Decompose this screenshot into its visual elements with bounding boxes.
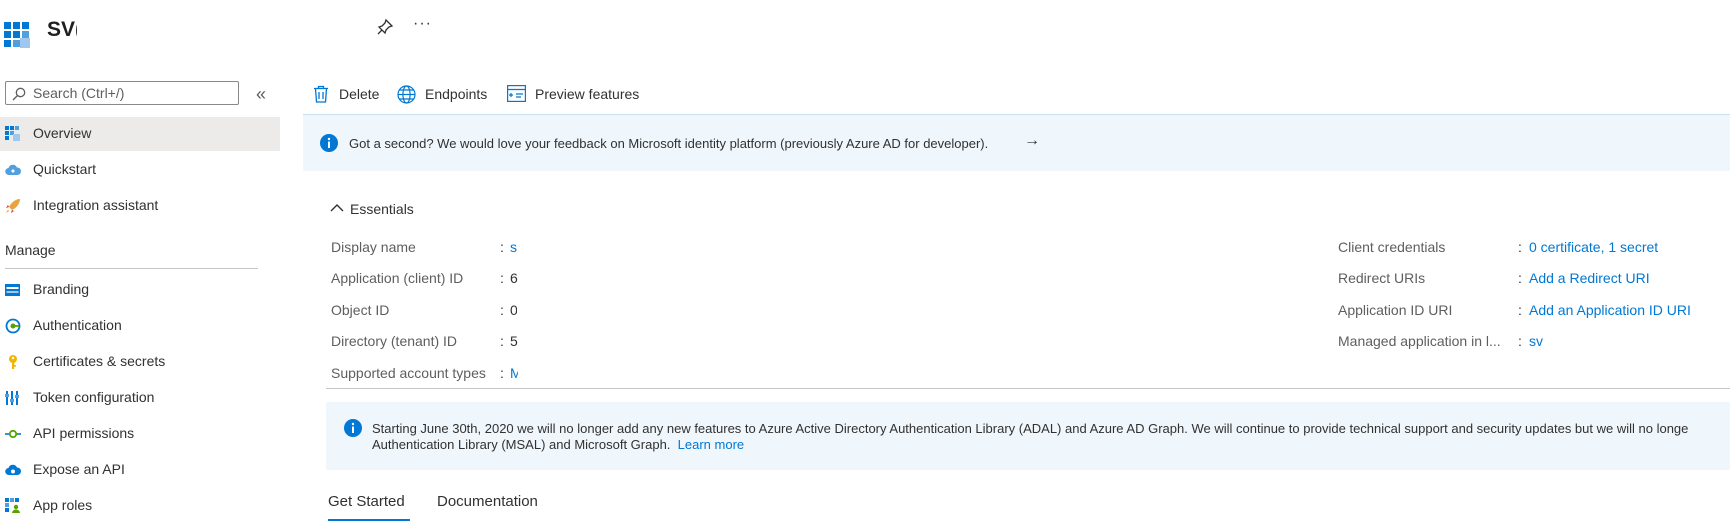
prop-value-managed-application[interactable]: sv bbox=[1529, 333, 1543, 349]
essentials-divider bbox=[326, 388, 1730, 389]
collapse-sidebar-icon[interactable]: « bbox=[256, 84, 266, 105]
key-icon bbox=[9, 355, 17, 369]
sidebar-item-label: App roles bbox=[33, 497, 93, 513]
prop-label-client-credentials: Client credentials bbox=[1338, 239, 1446, 255]
sidebar-item-branding[interactable]: Branding bbox=[0, 273, 280, 307]
token-configuration-icon bbox=[5, 391, 19, 405]
endpoints-button[interactable]: Endpoints bbox=[397, 83, 487, 107]
search-placeholder: Search (Ctrl+/) bbox=[33, 85, 125, 101]
prop-value-tenant-id: 5 bbox=[510, 333, 518, 349]
deprecation-text-line1: Starting June 30th, 2020 we will no long… bbox=[372, 421, 1689, 436]
sidebar-item-label: API permissions bbox=[33, 425, 135, 441]
feedback-arrow-icon[interactable]: → bbox=[1024, 132, 1040, 150]
tab-get-started[interactable]: Get Started bbox=[328, 493, 405, 510]
search-input[interactable]: Search (Ctrl+/) bbox=[5, 81, 239, 105]
prop-colon: : bbox=[1518, 302, 1522, 318]
rocket-icon bbox=[6, 199, 20, 213]
feedback-text: Got a second? We would love your feedbac… bbox=[349, 136, 989, 151]
deprecation-banner: Starting June 30th, 2020 we will no long… bbox=[326, 402, 1730, 470]
prop-label-object-id: Object ID bbox=[331, 302, 390, 318]
prop-colon: : bbox=[500, 333, 504, 349]
pin-icon[interactable] bbox=[376, 18, 394, 36]
learn-more-link[interactable]: Learn more bbox=[678, 437, 744, 452]
sidebar-item-label: Integration assistant bbox=[33, 197, 159, 213]
sidebar-item-label: Token configuration bbox=[33, 389, 155, 405]
prop-colon: : bbox=[500, 270, 504, 286]
sidebar-item-certificates-secrets[interactable]: Certificates & secrets bbox=[0, 345, 280, 379]
prop-label-client-id: Application (client) ID bbox=[331, 270, 464, 286]
feedback-banner: Got a second? We would love your feedbac… bbox=[303, 115, 1730, 171]
preview-features-button[interactable]: Preview features bbox=[507, 83, 647, 107]
info-icon bbox=[344, 419, 362, 437]
sidebar-item-label: Overview bbox=[33, 125, 92, 141]
delete-label: Delete bbox=[339, 86, 380, 102]
sidebar-item-app-roles[interactable]: App roles bbox=[0, 489, 280, 523]
prop-value-client-id: 6 bbox=[510, 270, 518, 286]
sidebar-item-token-configuration[interactable]: Token configuration bbox=[0, 381, 280, 415]
prop-label-redirect-uris: Redirect URIs bbox=[1338, 270, 1426, 286]
trash-icon bbox=[314, 85, 328, 103]
deprecation-text-line2: Authentication Library (MSAL) and Micros… bbox=[372, 437, 671, 452]
delete-button[interactable]: Delete bbox=[313, 83, 383, 107]
sidebar-item-label: Expose an API bbox=[33, 461, 125, 477]
prop-label-account-types: Supported account types bbox=[331, 365, 486, 381]
prop-colon: : bbox=[1518, 333, 1522, 349]
branding-icon bbox=[5, 284, 20, 296]
app-registration-icon bbox=[4, 22, 30, 48]
more-options-icon[interactable]: ··· bbox=[413, 15, 432, 33]
sidebar-item-authentication[interactable]: Authentication bbox=[0, 309, 280, 343]
active-tab-indicator bbox=[328, 519, 410, 521]
sidebar-divider bbox=[5, 268, 258, 269]
overview-icon bbox=[5, 126, 20, 141]
expose-api-icon bbox=[5, 464, 21, 476]
prop-colon: : bbox=[500, 302, 504, 318]
prop-label-display-name: Display name bbox=[331, 239, 416, 255]
search-icon bbox=[12, 87, 26, 101]
prop-value-object-id: 0 bbox=[510, 302, 517, 318]
prop-value-application-id-uri[interactable]: Add an Application ID URI bbox=[1529, 302, 1691, 318]
prop-value-account-types[interactable]: M bbox=[510, 365, 518, 381]
prop-label-application-id-uri: Application ID URI bbox=[1338, 302, 1453, 318]
prop-colon: : bbox=[500, 239, 504, 255]
info-icon bbox=[320, 134, 338, 152]
sidebar-item-label: Branding bbox=[33, 281, 90, 297]
sidebar-item-overview[interactable]: Overview bbox=[0, 117, 280, 151]
preview-features-label: Preview features bbox=[535, 86, 640, 102]
preview-features-icon bbox=[507, 85, 526, 102]
api-permissions-icon bbox=[5, 429, 21, 439]
cloud-icon bbox=[5, 164, 21, 176]
sidebar-item-label: Quickstart bbox=[33, 161, 97, 177]
page-title: SV( bbox=[47, 18, 77, 41]
globe-icon bbox=[397, 85, 416, 104]
prop-label-managed-application: Managed application in l... bbox=[1338, 333, 1501, 349]
prop-value-display-name[interactable]: s bbox=[510, 239, 520, 255]
sidebar-item-expose-api[interactable]: Expose an API bbox=[0, 453, 280, 487]
sidebar-item-integration-assistant[interactable]: Integration assistant bbox=[0, 189, 280, 223]
sidebar-item-label: Authentication bbox=[33, 317, 122, 333]
essentials-title: Essentials bbox=[350, 201, 414, 217]
prop-label-tenant-id: Directory (tenant) ID bbox=[331, 333, 458, 349]
prop-colon: : bbox=[1518, 239, 1522, 255]
tab-documentation[interactable]: Documentation bbox=[437, 493, 538, 510]
endpoints-label: Endpoints bbox=[425, 86, 488, 102]
sidebar-item-label: Certificates & secrets bbox=[33, 353, 166, 369]
sidebar-section-manage: Manage bbox=[5, 242, 56, 258]
sidebar-item-quickstart[interactable]: Quickstart bbox=[0, 153, 280, 187]
sidebar-item-api-permissions[interactable]: API permissions bbox=[0, 417, 280, 451]
authentication-icon bbox=[5, 318, 21, 334]
prop-colon: : bbox=[500, 365, 504, 381]
chevron-up-icon bbox=[330, 204, 344, 212]
prop-value-client-credentials[interactable]: 0 certificate, 1 secret bbox=[1529, 239, 1658, 255]
prop-value-redirect-uris[interactable]: Add a Redirect URI bbox=[1529, 270, 1650, 286]
app-roles-icon bbox=[5, 498, 20, 513]
prop-colon: : bbox=[1518, 270, 1522, 286]
